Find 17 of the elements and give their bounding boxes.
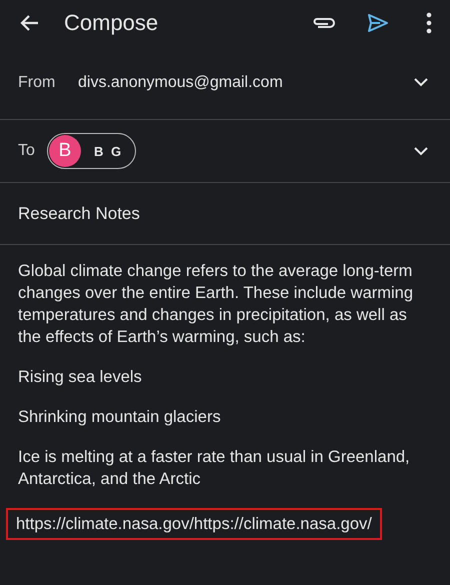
body-paragraph: Global climate change refers to the average long-term changes over the entire Earth. These include warming temperatures and changes in precipitation, as well as the effects of Earth’s warming, such as: [18,261,414,348]
chevron-down-icon[interactable] [414,78,428,87]
body-paragraph: Rising sea levels [18,367,143,388]
screen-title: Compose [64,10,160,36]
paperclip-icon[interactable] [312,16,338,30]
recipient-name: B G [94,144,124,158]
subject-field[interactable]: Research Notes [18,204,140,224]
body-paragraph: Shrinking mountain glaciers [18,407,222,428]
chevron-down-icon[interactable] [414,146,428,156]
sender-address: divs.anonymous@gmail.com [78,74,284,92]
body-paragraph: https://climate.nasa.gov/https://climate.nasa.gov/ [6,508,382,540]
more-options-icon[interactable] [426,12,432,34]
recipient-chip[interactable]: B B G [47,133,136,169]
from-label: From [18,74,56,92]
avatar-initial: B [49,135,81,167]
to-label: To [18,142,36,160]
body-paragraph: Ice is melting at a faster rate than usual in Greenland, Antarctica, and the Arctic [18,447,411,490]
